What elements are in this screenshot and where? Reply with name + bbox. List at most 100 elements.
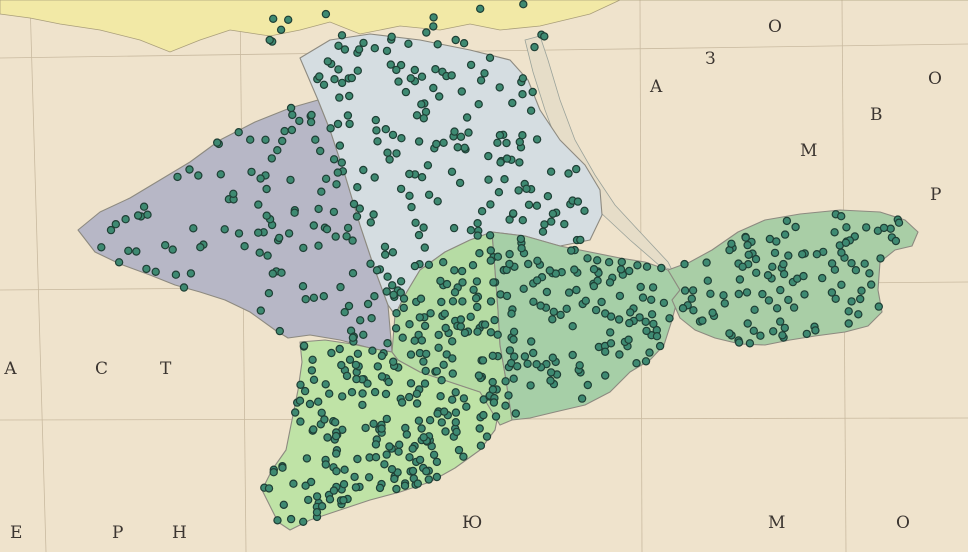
circle-marker-icon[interactable]	[841, 238, 851, 247]
circle-marker-icon[interactable]	[364, 473, 374, 482]
circle-marker-icon[interactable]	[451, 388, 460, 397]
circle-marker-icon[interactable]	[331, 418, 340, 427]
circle-marker-icon[interactable]	[255, 248, 264, 257]
circle-marker-icon[interactable]	[351, 483, 361, 492]
circle-marker-icon[interactable]	[505, 249, 514, 259]
circle-marker-icon[interactable]	[450, 288, 460, 297]
circle-marker-icon[interactable]	[245, 135, 255, 144]
circle-marker-icon[interactable]	[256, 306, 265, 315]
circle-marker-icon[interactable]	[385, 155, 394, 164]
circle-marker-icon[interactable]	[758, 289, 767, 299]
circle-marker-icon[interactable]	[314, 204, 323, 214]
circle-marker-icon[interactable]	[647, 310, 657, 319]
circle-marker-icon[interactable]	[532, 135, 542, 144]
circle-marker-icon[interactable]	[488, 377, 497, 387]
circle-marker-icon[interactable]	[434, 330, 443, 340]
circle-marker-icon[interactable]	[501, 377, 510, 386]
circle-marker-icon[interactable]	[302, 454, 312, 463]
circle-marker-icon[interactable]	[417, 100, 426, 109]
circle-marker-icon[interactable]	[457, 266, 467, 276]
circle-marker-icon[interactable]	[424, 190, 434, 199]
circle-marker-icon[interactable]	[269, 14, 278, 23]
circle-marker-icon[interactable]	[802, 329, 812, 339]
circle-marker-icon[interactable]	[342, 371, 352, 381]
circle-marker-icon[interactable]	[486, 297, 496, 306]
circle-marker-icon[interactable]	[408, 466, 418, 476]
circle-marker-icon[interactable]	[353, 454, 362, 464]
circle-marker-icon[interactable]	[513, 362, 522, 371]
circle-marker-icon[interactable]	[377, 351, 387, 361]
circle-marker-icon[interactable]	[436, 392, 445, 401]
circle-marker-icon[interactable]	[392, 309, 401, 318]
circle-marker-icon[interactable]	[422, 28, 431, 37]
circle-marker-icon[interactable]	[317, 408, 326, 417]
circle-marker-icon[interactable]	[601, 371, 610, 380]
circle-marker-icon[interactable]	[752, 268, 761, 277]
circle-marker-icon[interactable]	[495, 83, 504, 92]
circle-marker-icon[interactable]	[311, 135, 320, 144]
circle-marker-icon[interactable]	[296, 417, 305, 426]
circle-marker-icon[interactable]	[776, 285, 785, 295]
circle-marker-icon[interactable]	[455, 178, 465, 188]
circle-marker-icon[interactable]	[142, 264, 151, 274]
circle-marker-icon[interactable]	[518, 89, 527, 99]
circle-marker-icon[interactable]	[488, 351, 497, 360]
circle-marker-icon[interactable]	[856, 294, 865, 304]
circle-marker-icon[interactable]	[139, 202, 149, 211]
circle-marker-icon[interactable]	[424, 475, 433, 484]
circle-marker-icon[interactable]	[351, 360, 361, 370]
circle-marker-icon[interactable]	[518, 74, 528, 83]
circle-marker-icon[interactable]	[703, 276, 713, 285]
circle-marker-icon[interactable]	[518, 215, 528, 225]
circle-marker-icon[interactable]	[770, 248, 780, 258]
circle-marker-icon[interactable]	[317, 502, 327, 511]
circle-marker-icon[interactable]	[734, 338, 744, 347]
circle-marker-icon[interactable]	[179, 283, 189, 292]
circle-marker-icon[interactable]	[486, 200, 495, 209]
circle-marker-icon[interactable]	[405, 392, 414, 402]
circle-marker-icon[interactable]	[371, 440, 381, 449]
circle-marker-icon[interactable]	[421, 366, 430, 376]
circle-marker-icon[interactable]	[489, 398, 499, 407]
circle-marker-icon[interactable]	[151, 267, 160, 276]
circle-marker-icon[interactable]	[337, 78, 347, 88]
circle-marker-icon[interactable]	[220, 225, 229, 234]
circle-marker-icon[interactable]	[764, 296, 774, 305]
circle-marker-icon[interactable]	[543, 191, 553, 201]
circle-marker-icon[interactable]	[460, 328, 470, 338]
circle-marker-icon[interactable]	[410, 65, 419, 75]
circle-marker-icon[interactable]	[304, 495, 313, 505]
circle-marker-icon[interactable]	[295, 396, 305, 405]
circle-marker-icon[interactable]	[319, 292, 328, 301]
circle-marker-icon[interactable]	[532, 276, 542, 285]
circle-marker-icon[interactable]	[390, 474, 399, 484]
circle-marker-icon[interactable]	[305, 399, 315, 409]
circle-marker-icon[interactable]	[469, 285, 478, 294]
circle-marker-icon[interactable]	[264, 484, 274, 493]
circle-marker-icon[interactable]	[780, 323, 790, 333]
circle-marker-icon[interactable]	[366, 218, 375, 227]
circle-marker-icon[interactable]	[419, 114, 428, 123]
circle-marker-icon[interactable]	[879, 223, 889, 233]
circle-marker-icon[interactable]	[413, 479, 422, 488]
circle-marker-icon[interactable]	[290, 208, 299, 217]
circle-marker-icon[interactable]	[289, 479, 298, 488]
circle-marker-icon[interactable]	[411, 218, 420, 227]
circle-marker-icon[interactable]	[540, 220, 549, 229]
circle-marker-icon[interactable]	[429, 22, 438, 31]
circle-marker-icon[interactable]	[319, 80, 329, 90]
circle-marker-icon[interactable]	[286, 514, 296, 524]
circle-marker-icon[interactable]	[502, 154, 512, 163]
circle-marker-icon[interactable]	[680, 259, 689, 269]
circle-marker-icon[interactable]	[382, 414, 391, 424]
circle-marker-icon[interactable]	[842, 223, 851, 232]
circle-marker-icon[interactable]	[474, 99, 483, 109]
circle-marker-icon[interactable]	[322, 224, 332, 234]
circle-marker-icon[interactable]	[489, 278, 498, 287]
circle-marker-icon[interactable]	[309, 221, 318, 230]
circle-marker-icon[interactable]	[343, 223, 353, 233]
circle-marker-icon[interactable]	[526, 381, 535, 390]
circle-marker-icon[interactable]	[486, 256, 495, 265]
circle-marker-icon[interactable]	[505, 259, 514, 269]
circle-marker-icon[interactable]	[121, 214, 130, 224]
